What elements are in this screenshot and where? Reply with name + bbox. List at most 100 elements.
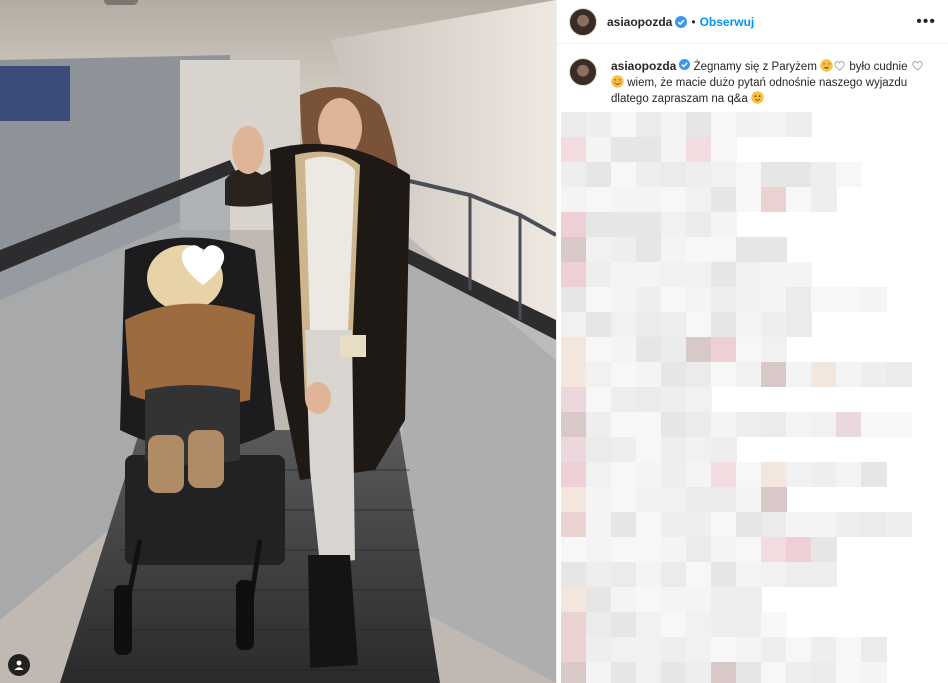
white-heart-emoji-icon xyxy=(911,59,924,72)
post-side-panel: asiaopozda • Obserwuj ••• asiaopozda Żeg… xyxy=(556,0,948,683)
pixelated-comment-block xyxy=(711,137,737,162)
pixelated-comment-block xyxy=(786,462,812,487)
pixelated-comment-block xyxy=(786,262,812,287)
pixelated-comment-block xyxy=(561,537,587,562)
pixelated-comment-block xyxy=(611,262,637,287)
pixelated-comment-block xyxy=(611,287,637,312)
pixelated-comment-block xyxy=(686,337,712,362)
pixelated-comment-block xyxy=(886,362,912,387)
smiling-emoji-icon xyxy=(751,91,764,104)
pixelated-comment-block xyxy=(686,162,712,187)
pixelated-comment-block xyxy=(611,412,637,437)
pixelated-comment-block xyxy=(686,537,712,562)
pixelated-comment-block xyxy=(586,462,612,487)
pixelated-comment-block xyxy=(686,637,712,662)
avatar[interactable] xyxy=(569,7,597,36)
pixelated-comment-block xyxy=(661,462,687,487)
pixelated-comment-block xyxy=(686,137,712,162)
pixelated-comment-block xyxy=(586,337,612,362)
photo-scene xyxy=(0,0,556,683)
pixelated-comment-block xyxy=(636,312,662,337)
star-struck-emoji-icon xyxy=(820,59,833,72)
pixelated-comment-block xyxy=(711,612,737,637)
pixelated-comment-block xyxy=(561,362,587,387)
pixelated-comment-block xyxy=(861,362,887,387)
pixelated-comment-block xyxy=(686,562,712,587)
pixelated-comment-block xyxy=(661,437,687,462)
pixelated-comment-block xyxy=(561,487,587,512)
pixelated-comment-block xyxy=(636,337,662,362)
pixelated-comment-block xyxy=(736,562,762,587)
pixelated-comment-block xyxy=(561,137,587,162)
pixelated-comment-block xyxy=(686,487,712,512)
pixelated-comment-block xyxy=(661,412,687,437)
pixelated-comment-block xyxy=(661,262,687,287)
pixelated-comment-block xyxy=(661,362,687,387)
pixelated-comment-block xyxy=(711,637,737,662)
pixelated-comment-block xyxy=(661,537,687,562)
pixelated-comment-block xyxy=(736,237,762,262)
pixelated-comment-block xyxy=(586,662,612,683)
pixelated-comment-block xyxy=(661,187,687,212)
caption-avatar[interactable] xyxy=(569,58,597,86)
username-link[interactable]: asiaopozda xyxy=(607,15,672,29)
pixelated-comment-block xyxy=(761,337,787,362)
pixelated-comment-block xyxy=(586,237,612,262)
pixelated-comment-block xyxy=(586,612,612,637)
pixelated-comment-block xyxy=(561,412,587,437)
pixelated-comment-block xyxy=(561,462,587,487)
pixelated-comment-block xyxy=(711,312,737,337)
pixelated-comment-block xyxy=(611,487,637,512)
pixelated-comment-block xyxy=(561,512,587,537)
pixelated-comment-block xyxy=(586,587,612,612)
pixelated-comment-block xyxy=(586,362,612,387)
pixelated-comment-block xyxy=(636,437,662,462)
pixelated-comment-block xyxy=(786,512,812,537)
pixelated-comment-block xyxy=(761,562,787,587)
pixelated-comment-block xyxy=(561,187,587,212)
pixelated-comment-block xyxy=(586,437,612,462)
pixelated-comment-block xyxy=(636,212,662,237)
pixelated-comment-block xyxy=(561,287,587,312)
pixelated-comment-block xyxy=(661,337,687,362)
pixelated-comment-block xyxy=(686,312,712,337)
pixelated-comment-block xyxy=(761,612,787,637)
pixelated-comment-block xyxy=(586,412,612,437)
pixelated-comment-block xyxy=(861,512,887,537)
pixelated-comment-block xyxy=(786,537,812,562)
pixelated-comment-block xyxy=(811,562,837,587)
pixelated-comment-block xyxy=(586,312,612,337)
more-options-icon[interactable]: ••• xyxy=(916,13,936,31)
caption-part-1: Żegnamy się z Paryżem xyxy=(693,61,817,73)
pixelated-comment-block xyxy=(811,162,837,187)
pixelated-comment-block xyxy=(586,262,612,287)
pixelated-comment-block xyxy=(736,587,762,612)
pixelated-comment-block xyxy=(861,462,887,487)
pixelated-comment-block xyxy=(711,487,737,512)
pixelated-comment-block xyxy=(611,312,637,337)
pixelated-comment-block xyxy=(661,637,687,662)
user-tag-icon[interactable] xyxy=(8,654,30,676)
pixelated-comment-block xyxy=(761,287,787,312)
pixelated-comment-block xyxy=(636,237,662,262)
pixelated-comment-block xyxy=(736,112,762,137)
verified-badge-icon xyxy=(675,15,688,28)
pixelated-comment-block xyxy=(636,387,662,412)
pixelated-comment-block xyxy=(836,637,862,662)
pixelated-comment-block xyxy=(611,437,637,462)
pixelated-comment-block xyxy=(761,462,787,487)
follow-button[interactable]: Obserwuj xyxy=(700,15,755,29)
pixelated-comment-block xyxy=(611,212,637,237)
pixelated-comment-block xyxy=(736,462,762,487)
pixelated-comment-block xyxy=(611,462,637,487)
caption-row: asiaopozda Żegnamy się z Paryżem było cu… xyxy=(557,44,948,107)
pixelated-comment-block xyxy=(636,287,662,312)
caption-username-link[interactable]: asiaopozda xyxy=(611,59,676,73)
ceiling-light xyxy=(104,0,138,5)
pixelated-comment-block xyxy=(686,387,712,412)
post-photo[interactable] xyxy=(0,0,556,683)
pixelated-comment-block xyxy=(586,212,612,237)
pixelated-comment-block xyxy=(611,162,637,187)
pixelated-comment-block xyxy=(686,262,712,287)
pixelated-comment-block xyxy=(761,162,787,187)
